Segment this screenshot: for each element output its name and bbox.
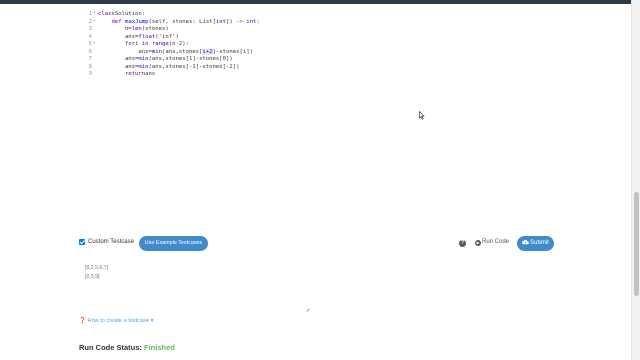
submit-button[interactable]: Submit — [517, 236, 554, 251]
page-scrollbar[interactable] — [631, 0, 640, 360]
run-code-label: Run Code — [482, 239, 510, 245]
testcase-toolbar: Custom Testcase Use Example Testcases ? … — [79, 236, 555, 252]
how-to-create-testcase-link[interactable]: ❓ How to create a testcase ▾ — [79, 318, 153, 324]
testcase-input[interactable]: [0,2,5,6,7] [0,3,9] — [79, 259, 310, 312]
testcase-line: [0,2,5,6,7] — [85, 265, 109, 271]
code-editor[interactable]: 1 ▾ classSolution: 2 ▾ def maxJump(self, sto… — [80, 10, 560, 230]
run-code-button[interactable]: ▶ Run Code — [475, 239, 509, 246]
top-bar — [0, 0, 631, 4]
submit-label: Submit — [530, 240, 549, 246]
use-example-testcases-button[interactable]: Use Example Testcases — [139, 236, 208, 251]
question-circle-icon: ❓ — [79, 318, 86, 324]
run-code-status: Run Code Status: Finished — [79, 343, 175, 352]
status-label: Run Code Status: — [79, 343, 142, 352]
testcase-line: [0,3,9] — [85, 274, 100, 280]
resize-handle-icon[interactable] — [305, 307, 310, 312]
help-icon[interactable]: ? — [459, 240, 466, 247]
line-number: 9 — [88, 71, 92, 77]
custom-testcase-label: Custom Testcase — [88, 239, 134, 245]
cloud-upload-icon — [522, 239, 529, 244]
status-value: Finished — [144, 343, 175, 352]
code-text: returnans — [124, 71, 156, 77]
code-line[interactable]: 9 returnans — [80, 70, 540, 78]
scrollbar-thumb[interactable] — [634, 192, 639, 296]
play-icon: ▶ — [475, 240, 481, 246]
custom-testcase-checkbox[interactable] — [79, 239, 85, 245]
caret-down-icon: ▾ — [150, 318, 154, 324]
how-to-label: How to create a testcase — [87, 318, 150, 324]
